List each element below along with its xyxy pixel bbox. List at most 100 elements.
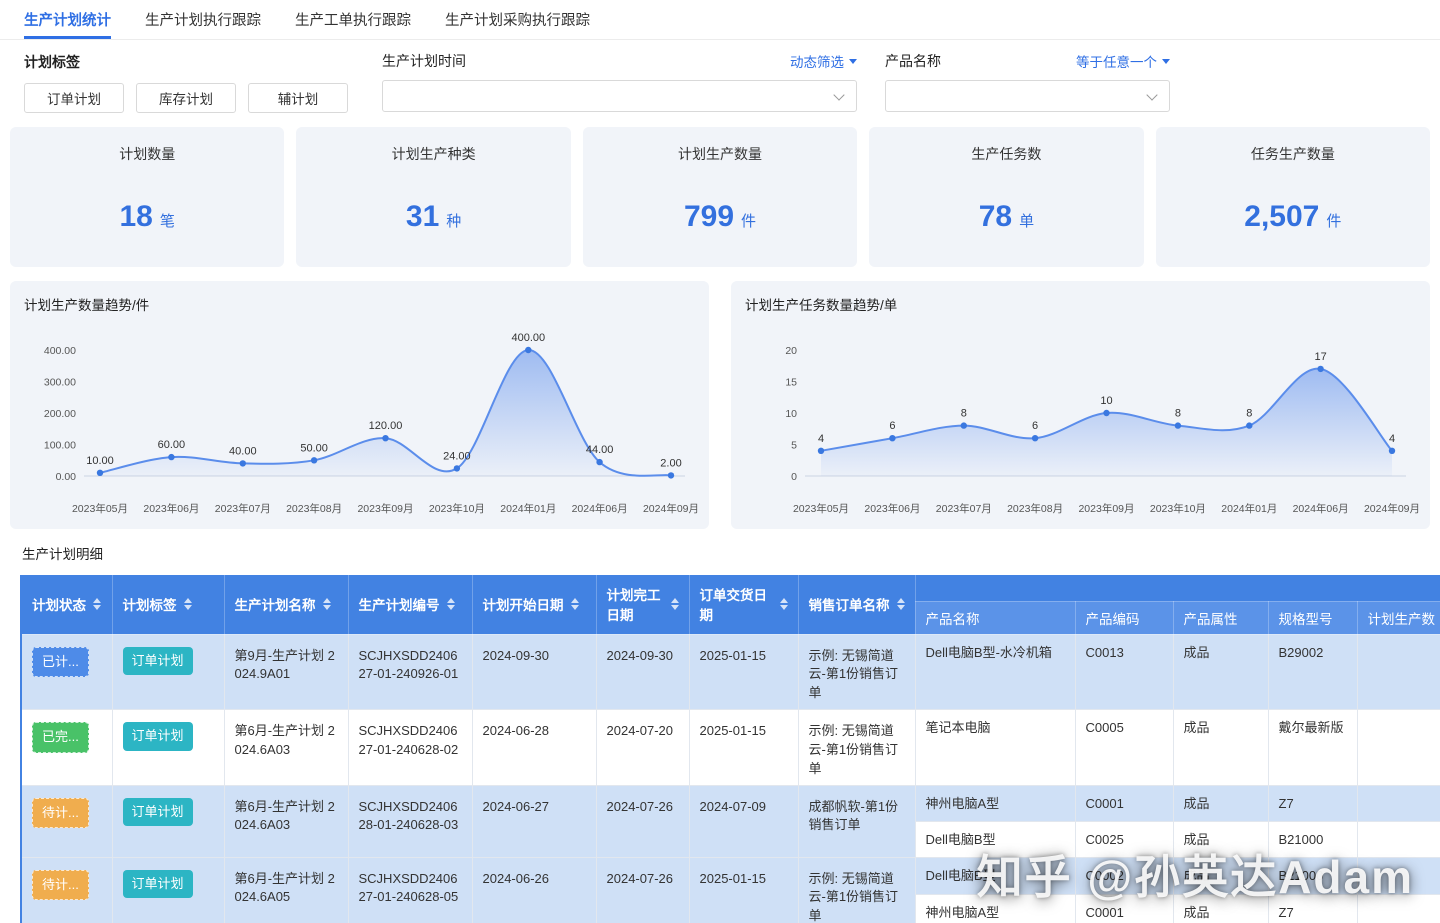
product-group-header <box>915 575 1440 602</box>
column-header-4[interactable]: 计划开始日期 <box>472 575 597 635</box>
product-filter-mode-dropdown[interactable]: 等于任意一个 <box>1076 51 1170 71</box>
stat-card-3: 生产任务数 78 单 <box>869 127 1144 267</box>
plan-tag-label: 计划标签 <box>24 54 80 70</box>
product-name-select[interactable] <box>885 80 1170 112</box>
plan-tag-buttons: 订单计划 库存计划 辅计划 <box>24 83 348 113</box>
column-header-5[interactable]: 计划完工日期 <box>596 575 690 635</box>
cell-product-attr: 成品 <box>1173 857 1269 896</box>
filter-section: 计划标签 订单计划 库存计划 辅计划 生产计划时间 动态筛选 产品名称 等于任意一个 <box>0 40 1440 125</box>
cell-product-name: 笔记本电脑 <box>915 709 1076 786</box>
cell-start-date: 2024-06-28 <box>472 709 597 786</box>
svg-text:6: 6 <box>1032 420 1038 432</box>
sort-icon[interactable] <box>93 598 101 611</box>
product-column-header-0[interactable]: 产品名称 <box>915 601 1076 635</box>
sort-icon[interactable] <box>322 598 331 611</box>
stat-card-0: 计划数量 18 笔 <box>10 127 285 267</box>
plan-detail-table: 计划状态 计划标签 生产计划名称 生产计划编号 计划开始日期 计划完工日期 订单交货日期 销售… <box>22 575 1440 923</box>
column-header-6[interactable]: 订单交货日期 <box>689 575 799 635</box>
column-header-label: 生产计划名称 <box>234 598 316 614</box>
column-header-7[interactable]: 销售订单名称 <box>798 575 916 635</box>
status-badge[interactable]: 待计... <box>32 869 89 901</box>
cell-product-attr: 成品 <box>1173 821 1269 858</box>
svg-text:8: 8 <box>1246 408 1252 420</box>
svg-text:10: 10 <box>1100 395 1112 407</box>
cell-finish-date: 2024-09-30 <box>596 634 690 711</box>
top-tabbar: 生产计划统计 生产计划执行跟踪 生产工单执行跟踪 生产计划采购执行跟踪 <box>0 0 1440 40</box>
svg-text:2023年06月: 2023年06月 <box>143 502 199 515</box>
status-badge[interactable]: 已完... <box>32 722 89 753</box>
auxiliary-plan-button[interactable]: 辅计划 <box>248 83 348 113</box>
sort-icon[interactable] <box>183 598 192 611</box>
stat-value: 31 <box>405 200 440 233</box>
tab-workorder-execution-tracking[interactable]: 生产工单执行跟踪 <box>295 0 411 39</box>
cell-product-name: 神州电脑A型 <box>915 785 1076 822</box>
tab-plan-execution-tracking[interactable]: 生产计划执行跟踪 <box>145 0 261 39</box>
product-column-header-2[interactable]: 产品属性 <box>1173 601 1269 635</box>
order-plan-button[interactable]: 订单计划 <box>24 83 124 113</box>
sort-icon[interactable] <box>670 598 679 611</box>
stat-cards-row: 计划数量 18 笔 计划生产种类 31 种 计划生产数量 799 件 生产任务数 78 单 任务生产数量… <box>0 125 1440 267</box>
column-header-3[interactable]: 生产计划编号 <box>348 575 473 635</box>
cell-plan-qty <box>1357 857 1440 896</box>
cell-plan-qty <box>1357 634 1440 711</box>
cell-product-spec: B29002 <box>1268 634 1358 711</box>
stat-label: 计划生产种类 <box>391 146 476 162</box>
stock-plan-button[interactable]: 库存计划 <box>136 83 236 113</box>
status-badge[interactable]: 待计... <box>32 797 89 829</box>
svg-text:2024年09月: 2024年09月 <box>1364 502 1420 515</box>
cell-product-code: C0025 <box>1075 821 1174 858</box>
sort-icon[interactable] <box>570 598 579 611</box>
plan-tag-badge[interactable]: 订单计划 <box>122 646 193 676</box>
stat-unit: 件 <box>741 213 757 230</box>
svg-text:120.00: 120.00 <box>369 420 403 432</box>
svg-text:2023年07月: 2023年07月 <box>215 502 271 515</box>
svg-text:2024年06月: 2024年06月 <box>1293 502 1349 515</box>
cell-product-spec: B21000 <box>1268 821 1358 858</box>
svg-text:17: 17 <box>1314 351 1326 363</box>
sort-icon[interactable] <box>896 598 905 611</box>
column-header-2[interactable]: 生产计划名称 <box>224 575 349 635</box>
cell-delivery-date: 2025-01-15 <box>689 709 799 786</box>
plan-tag-badge[interactable]: 订单计划 <box>122 869 193 899</box>
svg-text:8: 8 <box>1175 408 1181 420</box>
cell-plan-no: SCJHXSDD240628-01-240628-03 <box>348 785 473 858</box>
chevron-down-icon <box>833 89 845 101</box>
table-row: 待计... 订单计划 第6月-生产计划 2024.6A05 SCJHXSDD24062… <box>22 857 1440 923</box>
plan-time-filter: 生产计划时间 动态筛选 <box>382 52 857 112</box>
svg-text:400.00: 400.00 <box>44 345 76 357</box>
cell-product-spec: B21000 <box>1268 857 1358 896</box>
svg-text:2023年05月: 2023年05月 <box>793 502 849 515</box>
tab-plan-purchase-execution-tracking[interactable]: 生产计划采购执行跟踪 <box>445 0 590 39</box>
time-filter-mode-dropdown[interactable]: 动态筛选 <box>790 51 857 71</box>
plan-tag-badge[interactable]: 订单计划 <box>122 797 193 827</box>
plan-time-select[interactable] <box>382 80 857 112</box>
stat-label: 生产任务数 <box>971 146 1042 162</box>
column-header-0[interactable]: 计划状态 <box>22 575 113 635</box>
column-header-label: 计划状态 <box>32 598 86 614</box>
cell-order-name: 示例: 无锡简道云-第1份销售订单 <box>798 634 916 711</box>
status-badge[interactable]: 已计... <box>32 646 89 678</box>
svg-text:15: 15 <box>785 377 797 389</box>
svg-text:40.00: 40.00 <box>229 445 257 457</box>
tab-production-plan-stats[interactable]: 生产计划统计 <box>24 0 111 39</box>
cell-product-spec: Z7 <box>1268 785 1358 822</box>
svg-text:5: 5 <box>791 440 797 452</box>
plan-tag-badge[interactable]: 订单计划 <box>122 722 193 751</box>
cell-product-code: C0001 <box>1075 785 1174 822</box>
plan-detail-table-wrap: 计划状态 计划标签 生产计划名称 生产计划编号 计划开始日期 计划完工日期 订单交货日期 销售… <box>20 575 1440 923</box>
cell-plan-status: 待计... <box>22 857 113 923</box>
stat-unit: 种 <box>446 213 462 230</box>
cell-plan-qty <box>1357 709 1440 786</box>
svg-text:4: 4 <box>1389 433 1395 445</box>
sort-icon[interactable] <box>446 598 455 611</box>
product-column-header-4[interactable]: 计划生产数 <box>1357 601 1440 635</box>
stat-card-1: 计划生产种类 31 种 <box>296 127 571 267</box>
product-column-header-1[interactable]: 产品编码 <box>1075 601 1174 635</box>
column-header-label: 计划完工日期 <box>606 588 661 624</box>
stat-unit: 笔 <box>159 213 175 230</box>
column-header-1[interactable]: 计划标签 <box>112 575 225 635</box>
svg-text:2023年07月: 2023年07月 <box>936 502 992 515</box>
svg-text:2023年08月: 2023年08月 <box>286 502 342 515</box>
product-column-header-3[interactable]: 规格型号 <box>1268 601 1358 635</box>
sort-icon[interactable] <box>779 598 788 611</box>
